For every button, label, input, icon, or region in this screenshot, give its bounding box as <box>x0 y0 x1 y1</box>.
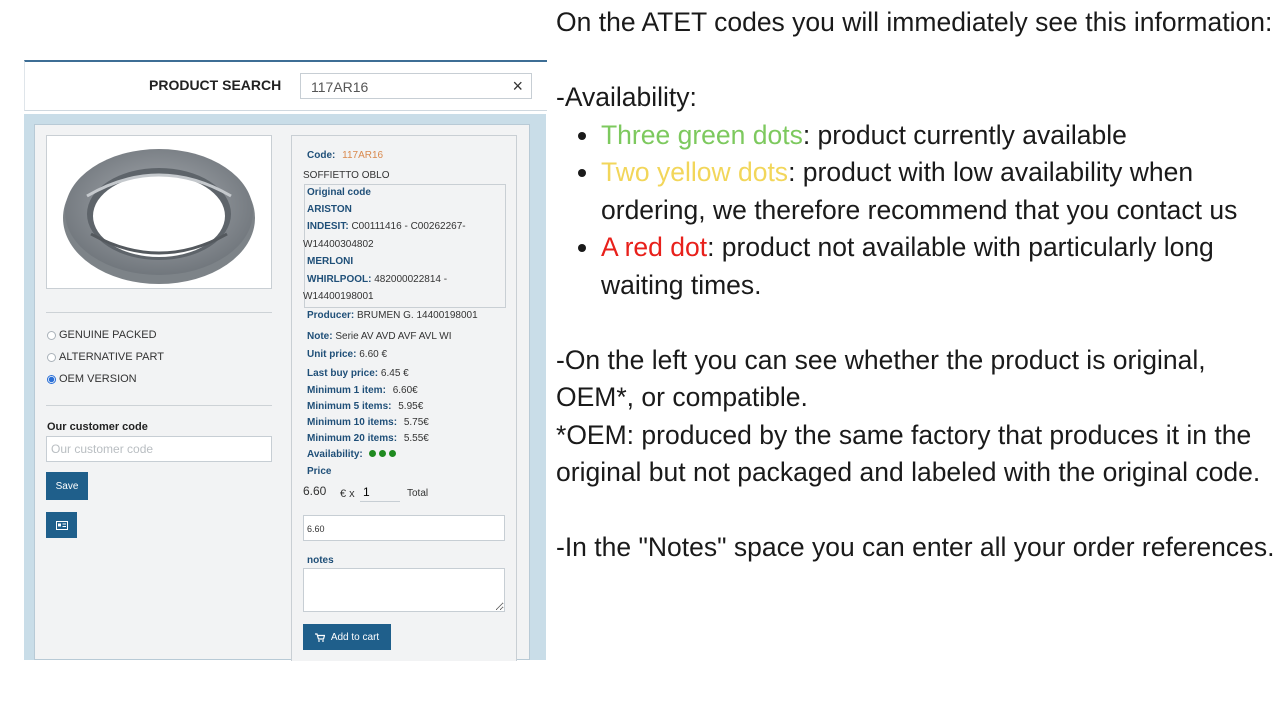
producer-label: Producer: <box>307 310 355 321</box>
brand-codes: W14400198001 <box>303 291 374 302</box>
currency-times: € x <box>340 488 355 500</box>
tier-row: Minimum 5 items: 5.95€ <box>307 401 423 412</box>
tier-label: Minimum 1 item: <box>307 385 386 396</box>
unit-price-row: Unit price: 6.60 € <box>307 349 387 360</box>
id-card-icon <box>55 520 68 530</box>
availability-heading: -Availability: <box>556 82 697 112</box>
availability-dot <box>388 450 396 457</box>
option-alternative-part[interactable]: ALTERNATIVE PART <box>47 351 164 363</box>
cart-icon <box>314 632 325 642</box>
unit-price-value: 6.60 € <box>359 349 388 360</box>
producer-row: Producer: BRUMEN G. 14400198001 <box>307 310 478 321</box>
price-value: 6.60 <box>303 484 327 498</box>
unit-price-label: Unit price: <box>307 349 357 360</box>
radio-genuine[interactable] <box>47 330 56 340</box>
option-label: ALTERNATIVE PART <box>59 351 164 363</box>
door-seal-image <box>63 149 255 284</box>
note-row: Note: Serie AV AVD AVF AVL WI <box>307 331 452 342</box>
oem-note-text: *OEM: produced by the same factory that … <box>556 419 1261 488</box>
code-label: Code: <box>307 150 336 161</box>
notes-label: notes <box>307 555 334 566</box>
option-genuine-packed[interactable]: GENUINE PACKED <box>47 329 157 341</box>
last-buy-label: Last buy price: <box>307 368 379 379</box>
brand-indesit: INDESIT: <box>307 221 349 232</box>
legend-highlight: Two yellow dots <box>601 157 789 187</box>
id-card-button[interactable] <box>46 512 77 538</box>
left-side-text: -On the left you can see whether the pro… <box>556 344 1206 413</box>
tier-label: Minimum 20 items: <box>307 433 398 444</box>
producer-value: BRUMEN G. 14400198001 <box>357 310 478 321</box>
legend-highlight: A red dot <box>601 232 708 262</box>
original-code-label: Original code <box>307 187 371 198</box>
legend-item-yellow: Two yellow dots: product with low availa… <box>601 154 1280 229</box>
tier-value: 6.60€ <box>392 385 418 396</box>
brand-codes: C00111416 - C00262267- <box>351 221 466 232</box>
legend-highlight: Three green dots <box>601 119 803 150</box>
search-label: PRODUCT SEARCH <box>149 77 282 93</box>
legend-text: : product currently available <box>802 119 1127 150</box>
product-card: GENUINE PACKED ALTERNATIVE PART OEM VERS… <box>34 124 530 661</box>
product-image <box>46 135 272 289</box>
tier-value: 5.55€ <box>403 433 429 444</box>
code-value: 117AR16 <box>342 150 384 161</box>
save-button[interactable]: Save <box>46 472 88 500</box>
last-buy-value: 6.45 € <box>380 368 409 379</box>
tier-value: 5.75€ <box>403 417 429 428</box>
brand-merloni: MERLONI <box>307 256 354 267</box>
search-bar: PRODUCT SEARCH × <box>24 60 547 111</box>
brand-ariston: ARISTON <box>307 204 352 215</box>
availability-dot <box>368 450 376 457</box>
divider <box>46 405 272 406</box>
radio-alternative[interactable] <box>47 352 56 362</box>
product-search-screenshot: PRODUCT SEARCH × <box>24 60 547 661</box>
tier-row: Minimum 10 items: 5.75€ <box>307 417 429 428</box>
option-oem-version[interactable]: OEM VERSION <box>47 373 137 385</box>
customer-code-input[interactable] <box>46 436 272 462</box>
code-row: Code: 117AR16 <box>307 150 383 161</box>
brand-codes: 482000022814 - <box>374 274 448 285</box>
brand-codes: W14400304802 <box>303 239 374 250</box>
product-details: Code: 117AR16 SOFFIETTO OBLO Original co… <box>291 135 517 661</box>
notes-tip-text: -In the "Notes" space you can enter all … <box>556 532 1275 562</box>
intro-text: On the ATET codes you will immediately s… <box>556 7 1273 37</box>
option-label: GENUINE PACKED <box>59 329 157 341</box>
total-field: 6.60 <box>303 515 505 541</box>
option-label: OEM VERSION <box>59 373 137 385</box>
explanation-text: On the ATET codes you will immediately s… <box>556 4 1280 567</box>
customer-code-label: Our customer code <box>47 421 148 433</box>
brand-whirlpool: WHIRLPOOL: <box>307 274 372 285</box>
last-buy-row: Last buy price: 6.45 € <box>307 368 409 379</box>
legend-item-green: Three green dots: product currently avai… <box>601 117 1280 155</box>
notes-textarea[interactable] <box>303 568 505 612</box>
brand-whirlpool-row: WHIRLPOOL: 482000022814 - <box>307 274 447 285</box>
radio-oem[interactable] <box>47 374 56 384</box>
legend-item-red: A red dot: product not available with pa… <box>601 229 1280 304</box>
product-description: SOFFIETTO OBLO <box>303 170 390 181</box>
tier-label: Minimum 10 items: <box>307 417 398 428</box>
total-value: 6.60 <box>307 524 325 534</box>
search-field[interactable]: × <box>300 73 532 100</box>
availability-dot <box>378 450 386 457</box>
note-value: Serie AV AVD AVF AVL WI <box>335 331 452 342</box>
divider <box>46 312 272 313</box>
note-label: Note: <box>307 331 333 342</box>
search-input[interactable] <box>301 74 511 100</box>
brand-indesit-row: INDESIT: C00111416 - C00262267- <box>307 221 466 232</box>
availability-row: Availability: <box>307 449 396 460</box>
add-to-cart-label: Add to cart <box>330 631 380 643</box>
availability-label: Availability: <box>307 449 363 460</box>
add-to-cart-button[interactable]: Add to cart <box>303 624 391 650</box>
tier-row: Minimum 1 item: 6.60€ <box>307 385 418 396</box>
tier-label: Minimum 5 items: <box>307 401 392 412</box>
tier-row: Minimum 20 items: 5.55€ <box>307 433 429 444</box>
availability-dots <box>366 449 396 460</box>
price-label: Price <box>307 466 332 477</box>
product-area: GENUINE PACKED ALTERNATIVE PART OEM VERS… <box>24 114 546 661</box>
close-icon[interactable]: × <box>512 75 523 97</box>
quantity-input[interactable] <box>360 482 400 502</box>
availability-legend: Three green dots: product currently avai… <box>556 117 1280 305</box>
tier-value: 5.95€ <box>398 401 424 412</box>
total-label: Total <box>407 488 429 499</box>
